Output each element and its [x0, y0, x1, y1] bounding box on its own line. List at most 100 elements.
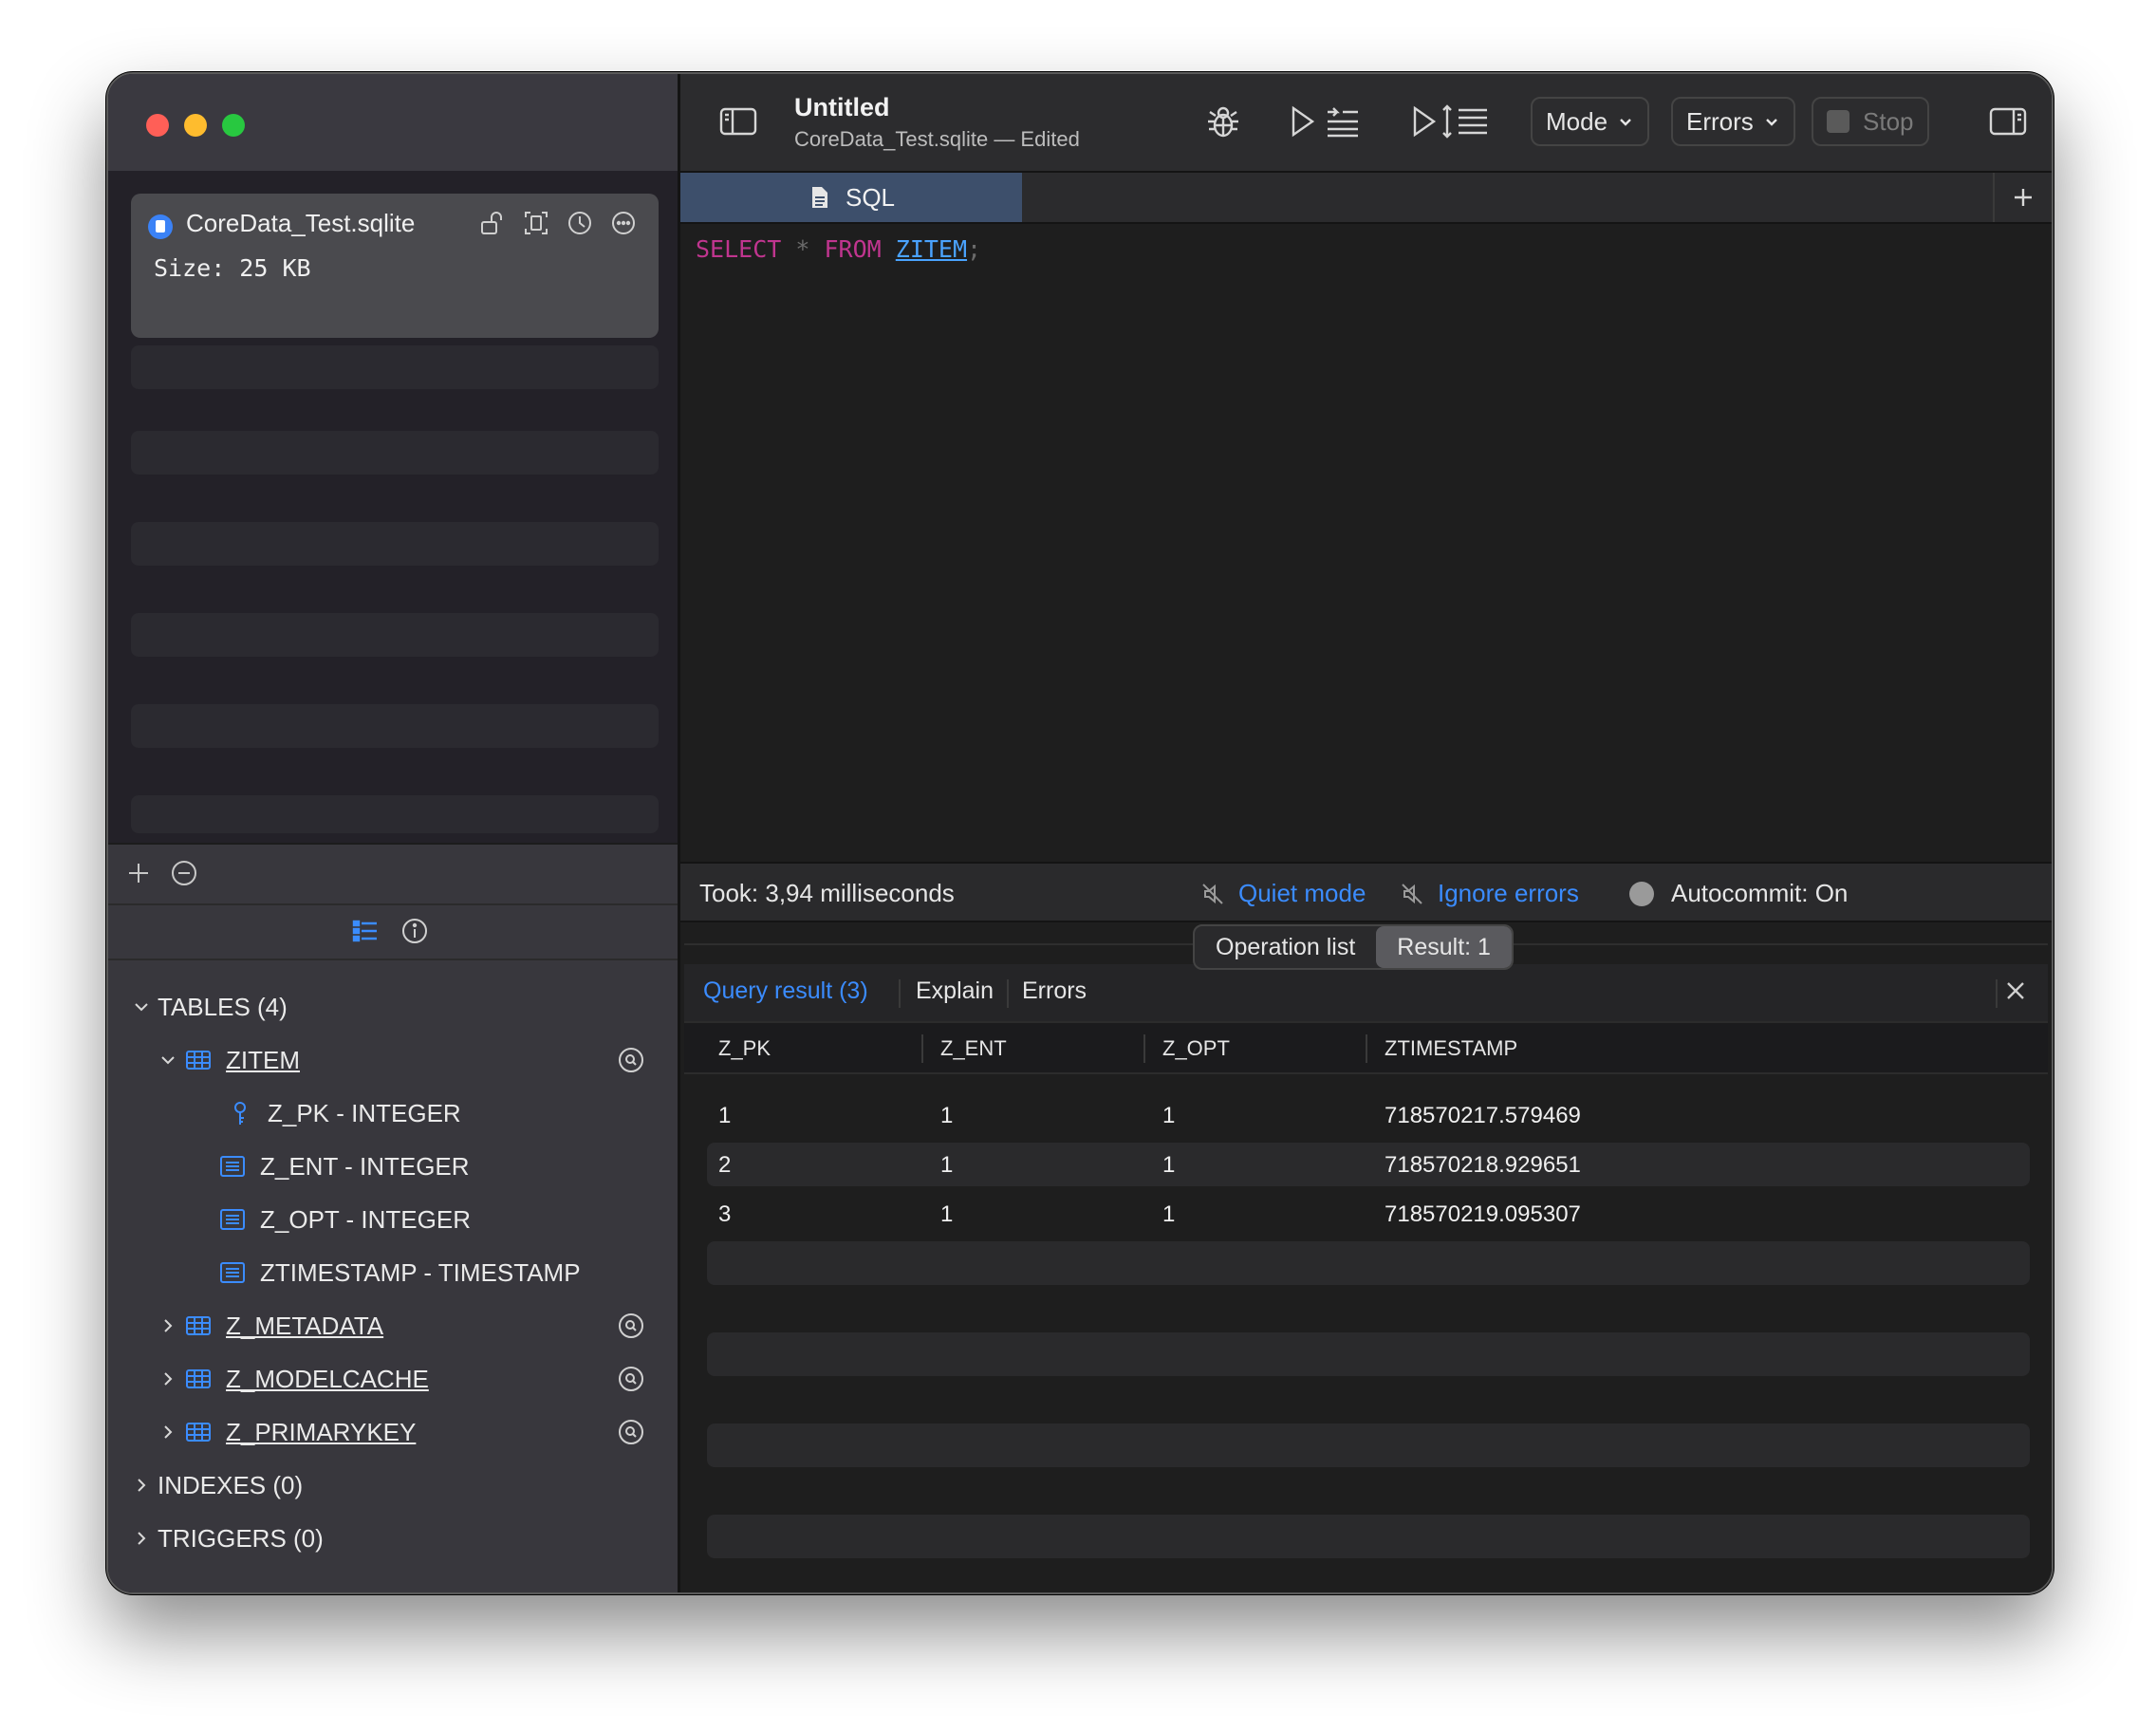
quiet-mode-toggle[interactable]: Quiet mode — [1200, 879, 1366, 908]
document-icon — [811, 187, 827, 208]
stop-label: Stop — [1863, 106, 1914, 136]
column-header[interactable]: Z_PK — [718, 1036, 771, 1061]
chevron-right-icon — [164, 1372, 173, 1386]
column-separator[interactable] — [1143, 1034, 1145, 1063]
tree-column[interactable]: ZTIMESTAMP - TIMESTAMP — [207, 1249, 581, 1296]
stop-button[interactable]: Stop — [1812, 97, 1929, 146]
errors-dropdown[interactable]: Errors — [1671, 97, 1795, 146]
cell-z-opt: 1 — [1162, 1201, 1176, 1227]
column-separator[interactable] — [1366, 1034, 1367, 1063]
autocommit-toggle[interactable]: Autocommit: On — [1629, 879, 1848, 908]
table-icon — [186, 1423, 211, 1442]
zoom-window-button[interactable] — [222, 114, 245, 137]
column-header[interactable]: Z_OPT — [1162, 1036, 1230, 1061]
mode-dropdown[interactable]: Mode — [1531, 97, 1650, 146]
cell-z-pk: 1 — [718, 1103, 732, 1128]
table-name[interactable]: Z_MODELCACHE — [226, 1365, 429, 1394]
tab-separator — [1007, 979, 1009, 1008]
table-icon — [186, 1316, 211, 1335]
column-header[interactable]: Z_ENT — [940, 1036, 1007, 1061]
chevron-right-icon — [164, 1425, 173, 1439]
empty-database-slot — [131, 431, 659, 475]
column-label: Z_ENT - INTEGER — [260, 1151, 470, 1181]
scan-document-icon[interactable] — [522, 209, 550, 237]
inspector-toggle-icon[interactable] — [1988, 102, 2028, 140]
sql-code-line: SELECT * FROM ZITEM; — [696, 235, 981, 263]
muted-speaker-icon — [1202, 883, 1223, 904]
column-header[interactable]: ZTIMESTAMP — [1385, 1036, 1517, 1061]
table-name-zitem[interactable]: ZITEM — [226, 1046, 300, 1075]
minimize-window-button[interactable] — [184, 114, 207, 137]
database-card[interactable]: CoreData_Test.sqlite Size: 25 KB — [131, 194, 659, 338]
empty-database-slot — [131, 522, 659, 566]
segment-operation-list[interactable]: Operation list — [1195, 926, 1376, 968]
cell-z-pk: 2 — [718, 1152, 732, 1178]
remove-database-icon[interactable] — [169, 858, 199, 888]
execution-time: Took: 3,94 milliseconds — [699, 879, 955, 907]
run-all-statements-icon[interactable] — [1411, 102, 1491, 140]
browse-table-icon[interactable] — [617, 1365, 645, 1393]
browse-table-icon[interactable] — [617, 1312, 645, 1340]
tab-separator — [899, 979, 901, 1008]
muted-speaker-icon — [1402, 883, 1422, 904]
triggers-section-header[interactable]: TRIGGERS (0) — [131, 1515, 324, 1562]
debug-bug-icon[interactable] — [1204, 102, 1242, 140]
empty-database-slot — [131, 704, 659, 748]
toolbar: Untitled CoreData_Test.sqlite — Edited M… — [680, 74, 2052, 173]
database-name: CoreData_Test.sqlite — [186, 209, 416, 237]
history-clock-icon[interactable] — [566, 209, 594, 237]
tree-column[interactable]: Z_PK - INTEGER — [207, 1089, 461, 1137]
table-row[interactable]: 1 1 1 718570217.579469 — [707, 1093, 2030, 1137]
sql-editor[interactable]: SELECT * FROM ZITEM; — [680, 224, 2052, 837]
tree-table-z-primarykey[interactable]: Z_PRIMARYKEY — [158, 1408, 678, 1456]
tree-table-zitem[interactable]: ZITEM — [158, 1036, 678, 1084]
sql-star: * — [795, 235, 810, 263]
info-icon[interactable] — [400, 917, 429, 945]
segment-result[interactable]: Result: 1 — [1376, 926, 1512, 968]
add-database-icon[interactable] — [123, 858, 154, 888]
cell-z-ent: 1 — [940, 1152, 954, 1178]
tree-column[interactable]: Z_ENT - INTEGER — [207, 1143, 470, 1190]
tab-query-result[interactable]: Query result (3) — [703, 977, 868, 1005]
cell-z-pk: 3 — [718, 1201, 732, 1227]
run-current-statement-icon[interactable] — [1290, 102, 1362, 140]
add-tab-button[interactable] — [1993, 173, 2052, 222]
cell-ztimestamp: 718570217.579469 — [1385, 1103, 1581, 1128]
more-options-icon[interactable] — [609, 209, 638, 237]
table-row[interactable]: 3 1 1 718570219.095307 — [707, 1192, 2030, 1236]
empty-row — [707, 1241, 2030, 1285]
column-separator[interactable] — [921, 1034, 923, 1063]
cell-z-opt: 1 — [1162, 1152, 1176, 1178]
close-icon[interactable] — [2002, 977, 2029, 1004]
chevron-down-icon — [161, 1056, 175, 1065]
schema-list-icon[interactable] — [351, 917, 380, 945]
browse-table-icon[interactable] — [617, 1418, 645, 1446]
cell-z-ent: 1 — [940, 1201, 954, 1227]
tab-errors[interactable]: Errors — [1022, 977, 1087, 1005]
tab-explain[interactable]: Explain — [916, 977, 994, 1005]
indexes-section-header[interactable]: INDEXES (0) — [131, 1461, 303, 1509]
table-row[interactable]: 2 1 1 718570218.929651 — [707, 1143, 2030, 1186]
autocommit-indicator — [1629, 881, 1654, 906]
browse-table-icon[interactable] — [617, 1046, 645, 1074]
cell-z-opt: 1 — [1162, 1103, 1176, 1128]
table-name[interactable]: Z_METADATA — [226, 1312, 383, 1341]
sidebar-toggle-icon[interactable] — [718, 102, 758, 140]
ignore-errors-label: Ignore errors — [1438, 879, 1579, 907]
table-name[interactable]: Z_PRIMARYKEY — [226, 1418, 416, 1447]
empty-row — [707, 1515, 2030, 1558]
tree-table-z-metadata[interactable]: Z_METADATA — [158, 1302, 678, 1349]
triggers-header-label: TRIGGERS (0) — [158, 1523, 324, 1553]
tab-sql-label: SQL — [845, 182, 896, 212]
tables-section-header[interactable]: TABLES (4) — [131, 983, 288, 1031]
empty-row — [707, 1332, 2030, 1376]
close-window-button[interactable] — [146, 114, 169, 137]
chevron-down-icon — [1620, 119, 1631, 126]
sql-table-reference[interactable]: ZITEM — [896, 235, 967, 263]
tree-column[interactable]: Z_OPT - INTEGER — [207, 1196, 471, 1243]
tab-sql[interactable]: SQL — [680, 173, 1022, 222]
empty-database-slot — [131, 795, 659, 833]
tree-table-z-modelcache[interactable]: Z_MODELCACHE — [158, 1355, 678, 1403]
ignore-errors-toggle[interactable]: Ignore errors — [1400, 879, 1579, 908]
unlock-icon[interactable] — [478, 209, 507, 237]
